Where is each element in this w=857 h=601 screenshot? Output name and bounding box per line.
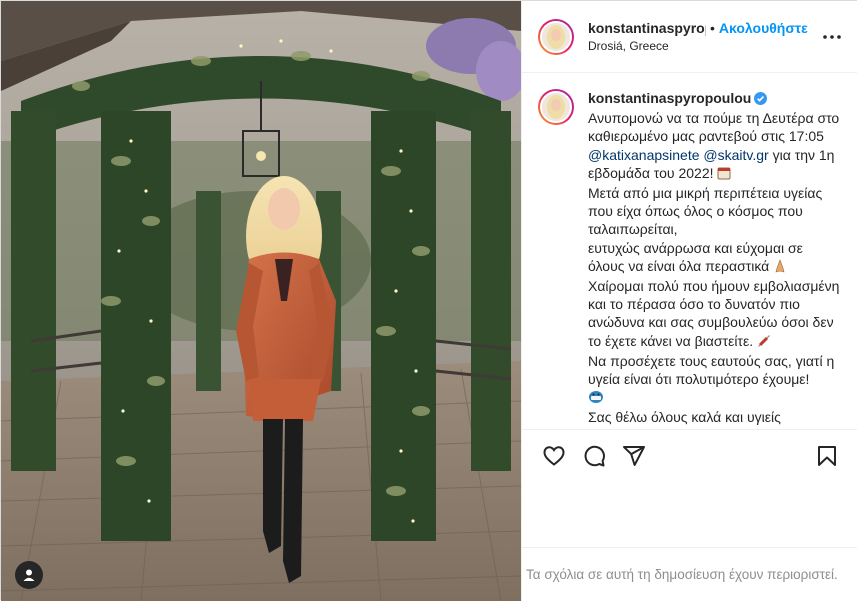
post-caption: konstantinaspyropoulou Ανυπομονώ να τα π… [522,73,857,429]
tagged-users-button[interactable] [15,561,43,589]
post-modal: konstantinaspyrop • Ακολουθήστε Drosiá, … [0,0,857,601]
caption-avatar[interactable] [538,89,574,125]
bookmark-icon [818,445,836,466]
profile-picture [542,93,570,121]
calendar-emoji-icon [717,166,731,184]
header-avatar[interactable] [538,18,574,55]
mention-skaitv[interactable]: @skaitv.gr [703,147,768,163]
heart-icon [543,445,565,466]
more-horizontal-icon [823,34,841,39]
post-side-panel: konstantinaspyrop • Ακολουθήστε Drosiá, … [521,1,857,601]
share-button[interactable] [614,436,654,476]
post-photo[interactable] [1,1,521,601]
verified-badge-icon [754,91,768,109]
caption-line-6: Να προσέχετε τους εαυτούς σας, γιατί η υ… [588,352,835,388]
follow-button[interactable]: Ακολουθήστε [719,20,808,36]
comment-button[interactable] [574,436,614,476]
caption-line-4: ευτυχώς ανάρρωσα και εύχομαι σε όλους να… [588,239,803,274]
comments-restricted-notice: Τα σχόλια σε αυτή τη δημοσίευση έχουν πε… [522,547,857,601]
save-button[interactable] [807,436,847,476]
header-separator: • [710,20,715,36]
face-mask-emoji-icon [588,390,604,408]
header-username[interactable]: konstantinaspyrop [588,20,706,36]
user-icon [23,569,35,581]
post-header: konstantinaspyrop • Ακολουθήστε Drosiá, … [522,1,857,73]
syringe-emoji-icon [757,334,771,352]
paper-plane-icon [623,445,645,466]
mention-katixanapsinete[interactable]: @katixanapsinete [588,147,700,163]
folded-hands-emoji-icon [773,258,787,277]
photo-scene [1,1,521,601]
caption-line-3: Μετά από μια μικρή περιπέτεια υγείας που… [588,185,823,238]
like-button[interactable] [534,436,574,476]
comment-icon [584,445,605,466]
more-options-button[interactable] [820,25,844,49]
caption-line-7: Σας θέλω όλους καλά και υγιείς [588,409,781,426]
profile-picture [542,22,570,51]
post-actions-bar [522,429,857,481]
caption-text: konstantinaspyropoulou Ανυπομονώ να τα π… [588,89,843,427]
caption-line-5: Χαίρομαι πολύ που ήμουν εμβολιασμένη και… [588,278,840,349]
caption-username[interactable]: konstantinaspyropoulou [588,90,751,106]
caption-line-1: Ανυπομονώ να τα πούμε τη Δευτέρα στο καθ… [588,110,840,145]
post-location[interactable]: Drosiá, Greece [588,39,820,53]
